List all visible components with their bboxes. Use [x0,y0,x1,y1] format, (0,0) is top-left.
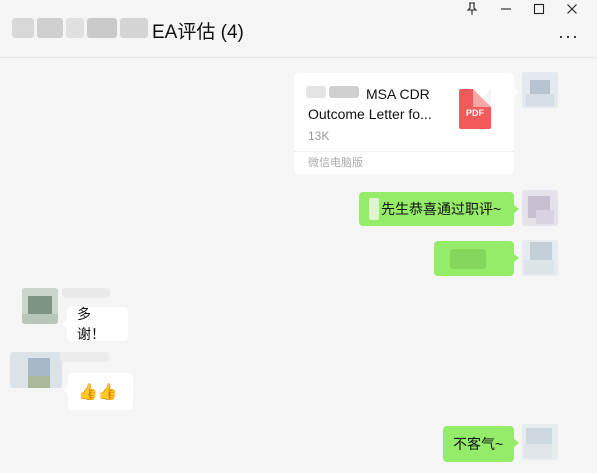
message-text: 先生恭喜通过职评~ [381,201,502,217]
message-bubble[interactable]: 👍👍 [63,373,133,410]
file-source: 微信电脑版 [294,151,514,174]
message-bubble-redacted[interactable] [434,241,519,276]
avatar[interactable] [522,190,558,226]
file-message[interactable]: MSA CDR Outcome Letter fo... 13K PDF 微信电… [294,73,519,174]
message-bubble[interactable]: 不客气~ [443,426,519,462]
avatar[interactable] [522,240,558,276]
avatar[interactable] [22,288,58,324]
thumbs-up-emoji: 👍👍 [78,383,118,401]
avatar[interactable] [522,424,558,460]
maximize-icon[interactable] [525,2,553,20]
chat-title: EA评估 (4) [152,22,244,43]
redacted-mark [369,198,379,220]
message-text: 不客气~ [453,436,504,452]
message-bubble[interactable]: 先生恭喜通过职评~ [359,192,519,226]
file-name-line2: Outcome Letter fo... [308,106,432,122]
message-bubble[interactable]: 多谢！ [62,306,128,342]
avatar[interactable] [10,352,62,388]
pdf-file-icon: PDF [459,89,491,129]
sender-name-redacted [60,352,110,362]
pin-icon[interactable] [458,2,486,20]
sender-name-redacted [62,288,110,298]
file-size: 13K [308,129,330,143]
chat-title-redacted [12,18,152,40]
more-icon[interactable]: ··· [558,26,579,47]
filename-redacted [306,86,366,100]
minimize-icon[interactable] [492,2,520,20]
file-name-line1: MSA CDR [366,86,430,102]
title-bar: EA评估 (4) ··· [0,0,597,58]
redacted-content [450,248,486,269]
close-icon[interactable] [558,2,586,20]
avatar[interactable] [522,72,558,108]
message-text: 多谢！ [77,306,105,342]
